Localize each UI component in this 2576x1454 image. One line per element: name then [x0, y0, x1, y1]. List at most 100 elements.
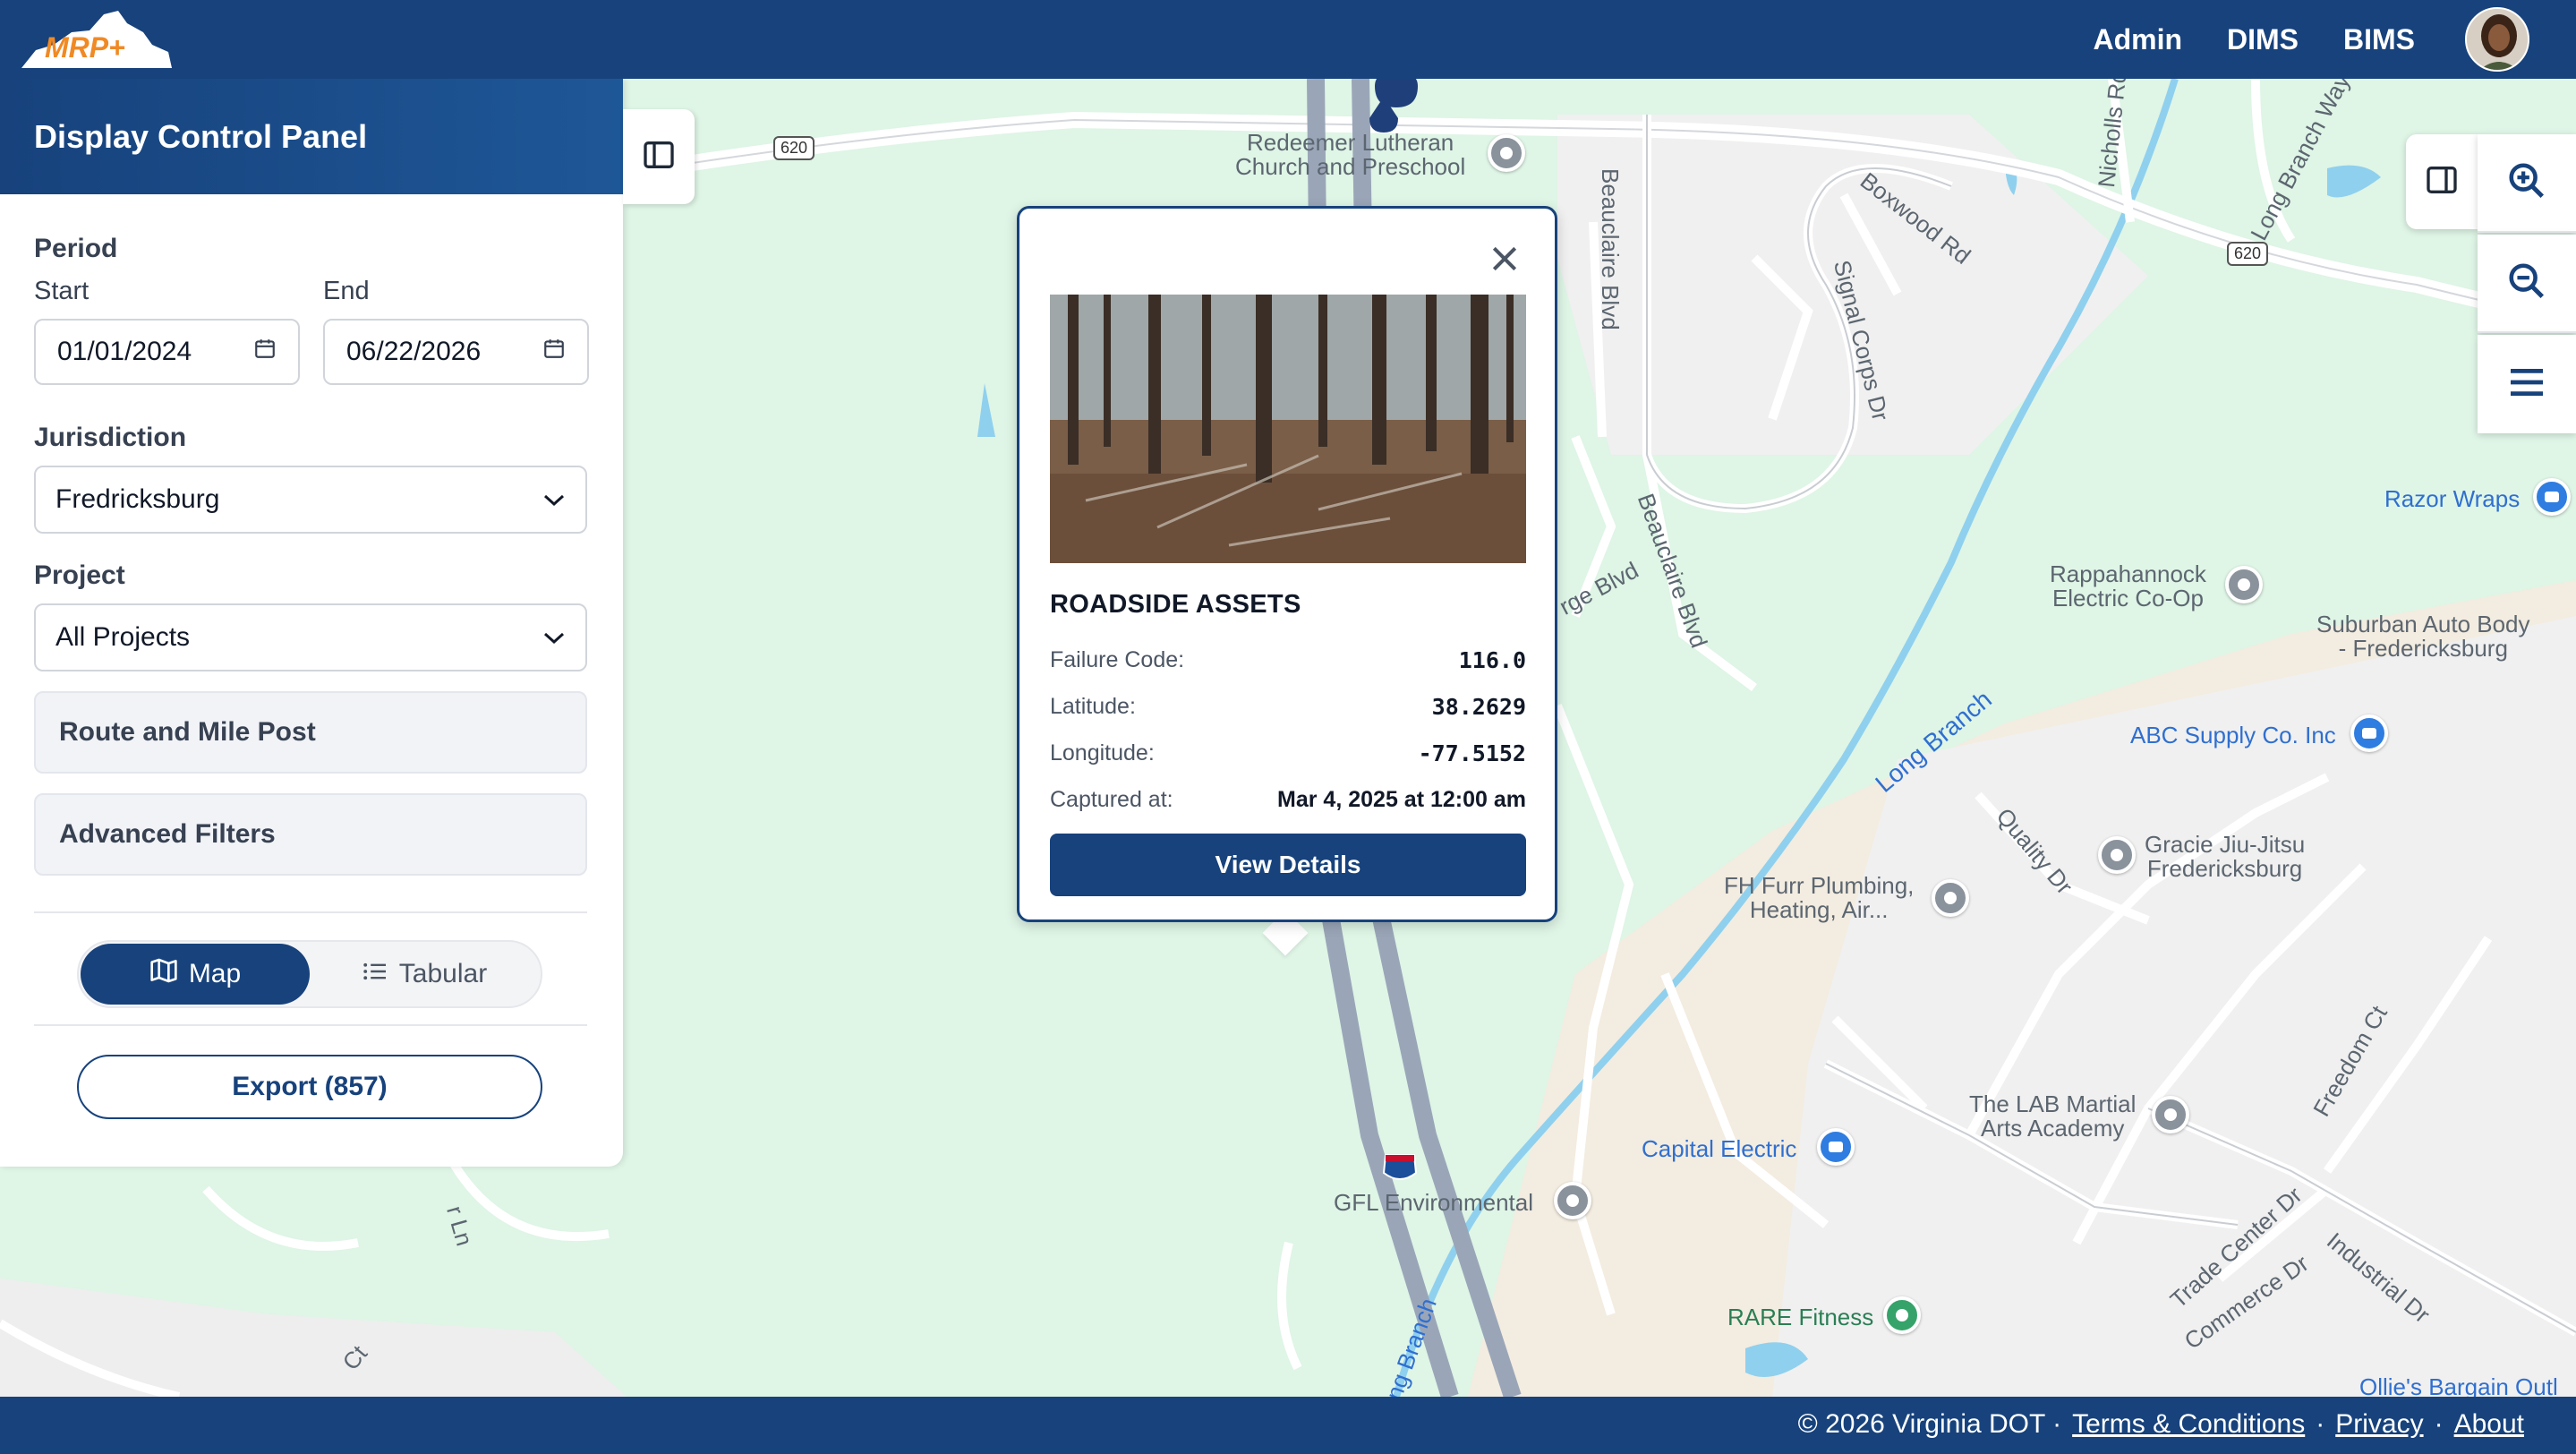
map-label-gfl: GFL Environmental	[1334, 1189, 1534, 1216]
jurisdiction-label: Jurisdiction	[34, 423, 187, 452]
jurisdiction-select[interactable]: Fredricksburg	[34, 466, 587, 534]
zoom-out-button[interactable]	[2478, 235, 2576, 333]
nav-admin[interactable]: Admin	[2093, 23, 2182, 56]
popup-title: ROADSIDE ASSETS	[1050, 590, 1301, 619]
map-label-fh-furr: FH Furr Plumbing, Heating, Air...	[1724, 872, 1915, 924]
map-label-razor-wraps: Razor Wraps	[2384, 485, 2521, 512]
about-link[interactable]: About	[2454, 1409, 2524, 1440]
map-view-label: Map	[188, 959, 242, 988]
advanced-filters-label: Advanced Filters	[59, 819, 276, 849]
map-poi-rappahannock-pin[interactable]	[2225, 566, 2263, 603]
map-label-rare-fitness: RARE Fitness	[1727, 1304, 1874, 1330]
map-label-suburban: Suburban Auto Body - Fredericksburg	[2316, 611, 2530, 663]
mrp-logo[interactable]: MRP+	[18, 5, 175, 73]
map-label-rappahannock: Rappahannock Electric Co-Op	[2050, 560, 2206, 612]
captured-at-row: Captured at: Mar 4, 2025 at 12:00 am	[1050, 787, 1526, 813]
captured-at-value: Mar 4, 2025 at 12:00 am	[1277, 787, 1526, 812]
map-poi-razor-wraps-pin[interactable]	[2533, 478, 2571, 516]
panel-divider	[34, 1024, 587, 1026]
map-label-beauclaire-top: Beauclaire Blvd	[1597, 168, 1624, 330]
layer-panel-toggle-button[interactable]	[2406, 134, 2478, 229]
longitude-label: Longitude:	[1050, 740, 1155, 765]
map-icon	[149, 957, 178, 991]
route-620-shield-right: 620	[2227, 242, 2269, 266]
nav-dims[interactable]: DIMS	[2227, 23, 2299, 56]
failure-code-value: 116.0	[1458, 647, 1526, 673]
view-details-button[interactable]: View Details	[1050, 834, 1526, 896]
copyright-text: © 2026 Virginia DOT ·	[1797, 1409, 2062, 1439]
project-label: Project	[34, 560, 125, 590]
nav-bims[interactable]: BIMS	[2343, 23, 2415, 56]
latitude-value: 38.2629	[1431, 694, 1526, 720]
display-control-panel: Display Control Panel Period Start 01/01…	[0, 79, 623, 1167]
panel-toggle-button[interactable]	[623, 109, 695, 204]
logo-text: MRP+	[45, 31, 125, 64]
end-date-input[interactable]: 06/22/2026	[323, 319, 589, 385]
map-poi-gracie-pin[interactable]	[2098, 836, 2136, 874]
advanced-filters-accordion[interactable]: Advanced Filters	[34, 793, 587, 876]
zoom-in-icon	[2506, 160, 2547, 206]
project-select[interactable]: All Projects	[34, 603, 587, 671]
zoom-in-button[interactable]	[2478, 134, 2576, 233]
latitude-row: Latitude: 38.2629	[1050, 694, 1526, 720]
sidebar-toggle-icon	[641, 137, 677, 177]
export-button[interactable]: Export (857)	[77, 1055, 542, 1119]
zoom-out-icon	[2506, 261, 2547, 306]
map-label-abc-supply: ABC Supply Co. Inc	[2130, 722, 2336, 748]
map-poi-rare-fitness-pin[interactable]	[1883, 1296, 1921, 1334]
footer: © 2026 Virginia DOT · Terms & Conditions…	[0, 1397, 2576, 1454]
start-date-input[interactable]: 01/01/2024	[34, 319, 300, 385]
start-label: Start	[34, 277, 90, 305]
privacy-link[interactable]: Privacy	[2335, 1409, 2423, 1440]
map-poi-fh-furr-pin[interactable]	[1932, 879, 1969, 917]
longitude-row: Longitude: -77.5152	[1050, 740, 1526, 766]
calendar-icon[interactable]	[253, 337, 277, 367]
list-icon	[362, 959, 388, 989]
map-poi-abc-supply-pin[interactable]	[2350, 714, 2388, 752]
map-label-church: Redeemer Lutheran Church and Preschool	[1235, 129, 1466, 181]
map-view-button[interactable]: Map	[81, 944, 310, 1005]
map-label-capital-electric: Capital Electric	[1642, 1135, 1797, 1162]
period-label: Period	[34, 234, 118, 263]
chevron-down-icon	[542, 484, 566, 515]
terms-link[interactable]: Terms & Conditions	[2072, 1409, 2305, 1440]
longitude-value: -77.5152	[1418, 740, 1526, 766]
jurisdiction-value: Fredricksburg	[55, 484, 220, 514]
map-label-gracie: Gracie Jiu-Jitsu Fredericksburg	[2145, 831, 2306, 883]
map-poi-lab-martial-pin[interactable]	[2152, 1096, 2189, 1133]
close-icon[interactable]	[1487, 241, 1523, 277]
map-label-lab-martial: The LAB Martial Arts Academy	[1969, 1090, 2137, 1142]
panel-divider	[34, 911, 587, 913]
footer-separator: ·	[2434, 1409, 2444, 1439]
start-date-value: 01/01/2024	[57, 337, 192, 366]
user-avatar[interactable]	[2465, 7, 2529, 72]
project-value: All Projects	[55, 622, 191, 652]
top-nav-bar: MRP+ Admin DIMS BIMS	[0, 0, 2576, 79]
map-poi-church-pin[interactable]	[1488, 134, 1525, 172]
menu-icon	[2507, 366, 2546, 403]
map-label-ollies: Ollie's Bargain Outl	[2359, 1373, 2558, 1397]
view-mode-toggle: Map Tabular	[77, 940, 542, 1008]
route-mile-post-label: Route and Mile Post	[59, 717, 316, 747]
map-poi-capital-electric-pin[interactable]	[1817, 1128, 1855, 1166]
chevron-down-icon	[542, 622, 566, 653]
map-menu-button[interactable]	[2478, 335, 2576, 433]
failure-code-label: Failure Code:	[1050, 647, 1185, 672]
captured-at-label: Captured at:	[1050, 787, 1173, 812]
latitude-label: Latitude:	[1050, 694, 1136, 719]
failure-code-row: Failure Code: 116.0	[1050, 647, 1526, 673]
asset-popup: ROADSIDE ASSETS Failure Code: 116.0 Lati…	[1017, 206, 1557, 922]
main-nav: Admin DIMS BIMS	[2093, 0, 2415, 79]
asset-photo[interactable]	[1050, 295, 1526, 563]
panel-title: Display Control Panel	[0, 79, 623, 194]
tabular-view-label: Tabular	[398, 959, 488, 988]
tabular-view-button[interactable]: Tabular	[310, 944, 539, 1005]
sidebar-toggle-icon	[2424, 162, 2460, 202]
end-date-value: 06/22/2026	[346, 337, 482, 366]
footer-separator: ·	[2316, 1409, 2325, 1439]
route-mile-post-accordion[interactable]: Route and Mile Post	[34, 691, 587, 774]
calendar-icon[interactable]	[542, 337, 566, 367]
map-poi-gfl-pin[interactable]	[1554, 1182, 1591, 1219]
end-label: End	[323, 277, 370, 305]
route-620-shield-left: 620	[773, 136, 815, 160]
